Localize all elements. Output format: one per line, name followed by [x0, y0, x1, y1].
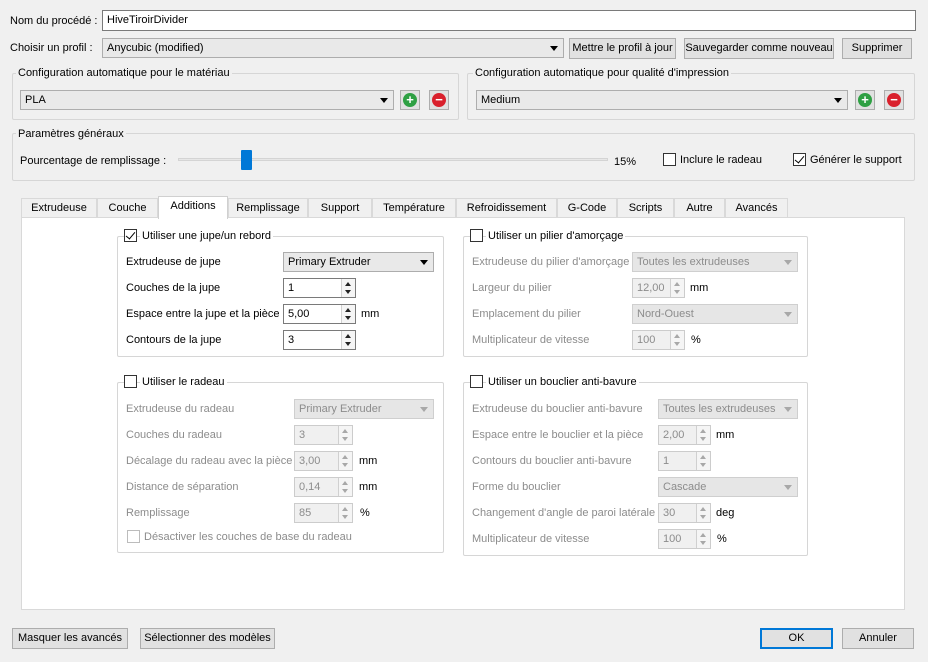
delete-profile-button[interactable]: Supprimer [842, 38, 912, 59]
additions-panel [21, 217, 905, 610]
tab-couche[interactable]: Couche [97, 198, 158, 218]
add-material-button[interactable]: + [400, 90, 420, 110]
tab-extrudeuse[interactable]: Extrudeuse [21, 198, 97, 218]
generate-support-checkbox[interactable] [793, 153, 806, 166]
generate-support-label: Générer le support [810, 154, 902, 166]
tab-avances[interactable]: Avancés [725, 198, 788, 218]
quality-select[interactable]: Medium [476, 90, 848, 110]
tab-scripts[interactable]: Scripts [617, 198, 674, 218]
save-as-new-button[interactable]: Sauvegarder comme nouveau [684, 38, 834, 59]
infill-percentage-value: 15% [614, 156, 637, 168]
include-raft-label: Inclure le radeau [680, 154, 762, 166]
infill-percentage-label: Pourcentage de remplissage : [20, 155, 167, 167]
tab-support[interactable]: Support [308, 198, 372, 218]
general-group-title: Paramètres généraux [16, 127, 126, 141]
cancel-button[interactable]: Annuler [842, 628, 914, 649]
material-group-title: Configuration automatique pour le matéri… [16, 66, 232, 80]
process-name-input[interactable]: HiveTiroirDivider [102, 10, 916, 31]
ok-button[interactable]: OK [760, 628, 833, 649]
tab-autre[interactable]: Autre [674, 198, 725, 218]
profile-select-value: Anycubic (modified) [107, 42, 204, 54]
tab-refroidissement[interactable]: Refroidissement [456, 198, 557, 218]
profile-select[interactable]: Anycubic (modified) [102, 38, 564, 58]
profile-label: Choisir un profil : [10, 42, 93, 54]
remove-quality-button[interactable]: − [884, 90, 904, 110]
tab-gcode[interactable]: G-Code [557, 198, 617, 218]
check-icon [794, 153, 805, 164]
minus-icon: − [432, 93, 446, 107]
chevron-down-icon [834, 98, 842, 103]
plus-icon: + [858, 93, 872, 107]
update-profile-button[interactable]: Mettre le profil à jour [569, 38, 676, 59]
chevron-down-icon [380, 98, 388, 103]
tab-temperature[interactable]: Température [372, 198, 456, 218]
material-select[interactable]: PLA [20, 90, 394, 110]
remove-material-button[interactable]: − [429, 90, 449, 110]
quality-group-title: Configuration automatique pour qualité d… [473, 66, 732, 80]
material-select-value: PLA [25, 94, 46, 106]
add-quality-button[interactable]: + [855, 90, 875, 110]
minus-icon: − [887, 93, 901, 107]
select-models-button[interactable]: Sélectionner des modèles [140, 628, 275, 649]
slider-thumb[interactable] [241, 150, 252, 170]
hide-advanced-button[interactable]: Masquer les avancés [12, 628, 128, 649]
tab-remplissage[interactable]: Remplissage [228, 198, 308, 218]
quality-select-value: Medium [481, 94, 521, 106]
process-name-label: Nom du procédé : [10, 15, 98, 27]
tab-additions[interactable]: Additions [158, 196, 228, 219]
plus-icon: + [403, 93, 417, 107]
infill-slider[interactable] [178, 150, 608, 170]
include-raft-checkbox[interactable] [663, 153, 676, 166]
chevron-down-icon [550, 46, 558, 51]
